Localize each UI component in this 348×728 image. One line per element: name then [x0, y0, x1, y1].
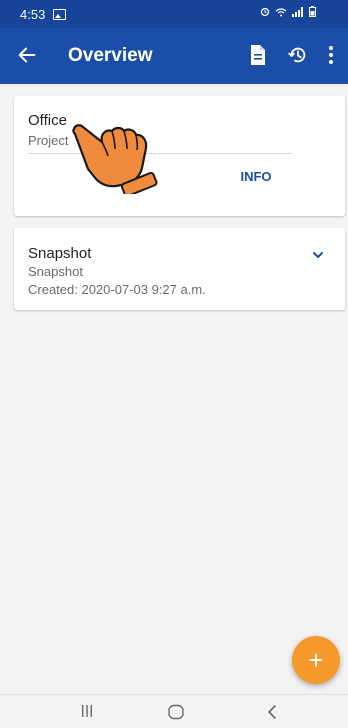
snapshot-created: Created: 2020-07-03 9:27 a.m. — [28, 282, 206, 297]
nav-back-icon[interactable] — [266, 704, 278, 720]
snapshot-subtitle: Snapshot — [28, 264, 83, 279]
chevron-down-icon[interactable] — [311, 248, 325, 262]
project-title: Office — [28, 112, 67, 129]
history-icon[interactable] — [287, 44, 309, 66]
back-arrow-icon[interactable] — [16, 44, 38, 66]
status-time: 4:53 — [20, 6, 46, 22]
app-bar: Overview — [0, 28, 348, 84]
snapshot-title: Snapshot — [28, 245, 92, 262]
battery-icon — [309, 6, 316, 17]
status-bar: 4:53 — [0, 0, 348, 28]
info-button[interactable]: INFO — [232, 164, 280, 188]
status-icons — [260, 6, 316, 17]
pointing-hand-icon — [72, 124, 158, 194]
phone-screen: 4:53 Overview Office Project INFO Snapsh… — [0, 0, 348, 728]
add-button[interactable]: + — [292, 636, 340, 684]
project-subtitle: Project — [28, 133, 69, 148]
project-card[interactable]: Office Project INFO — [14, 96, 345, 216]
signal-icon — [292, 6, 303, 17]
document-icon[interactable] — [248, 44, 268, 66]
image-notification-icon — [53, 8, 67, 20]
recents-icon[interactable] — [80, 704, 94, 718]
alarm-icon — [260, 7, 270, 16]
snapshot-card[interactable]: Snapshot Snapshot Created: 2020-07-03 9:… — [14, 228, 345, 310]
home-icon[interactable] — [167, 704, 185, 720]
wifi-icon — [275, 7, 287, 16]
more-vert-icon[interactable] — [327, 44, 335, 66]
page-title: Overview — [68, 45, 153, 66]
system-nav-bar — [0, 694, 348, 728]
